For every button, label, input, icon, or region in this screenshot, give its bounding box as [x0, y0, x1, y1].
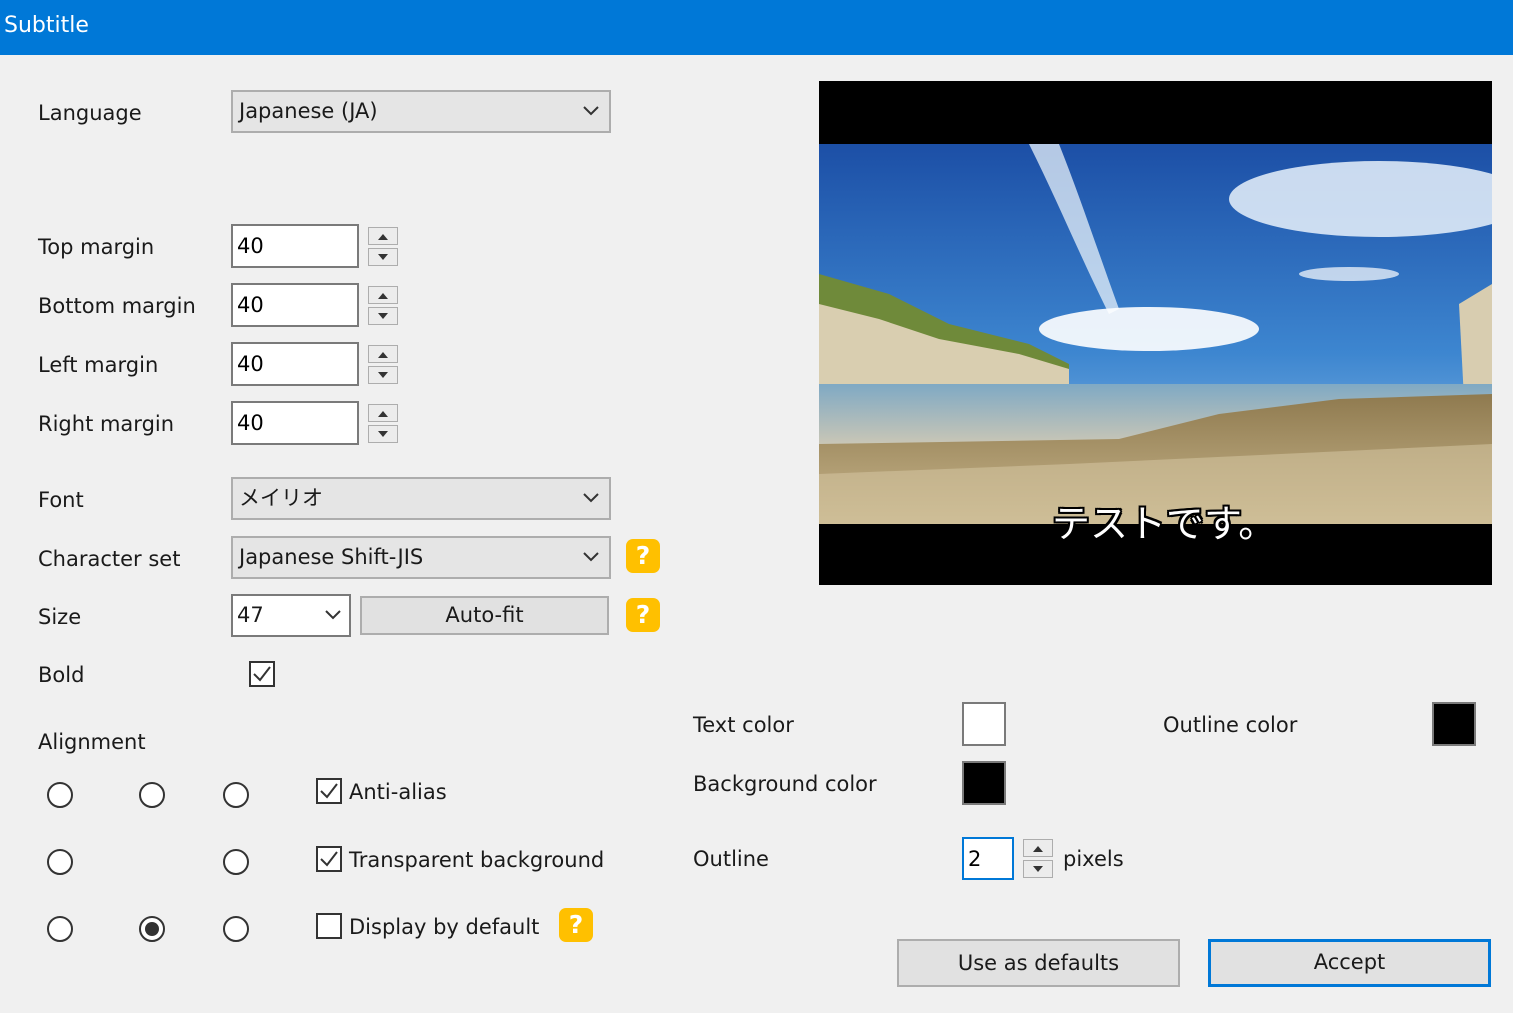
- display-default-help-icon[interactable]: ?: [559, 908, 593, 942]
- subtitle-preview: テストです。: [819, 81, 1492, 585]
- bottom-margin-input[interactable]: [231, 283, 359, 327]
- outline-label: Outline: [693, 847, 769, 871]
- language-dropdown[interactable]: Japanese (JA): [231, 90, 611, 133]
- size-combo[interactable]: 47: [231, 594, 351, 637]
- align-middle-right-radio[interactable]: [223, 849, 249, 875]
- chevron-down-icon: [583, 106, 599, 116]
- right-margin-input[interactable]: [231, 401, 359, 445]
- auto-fit-button[interactable]: Auto-fit: [360, 596, 609, 635]
- decrement-button[interactable]: [368, 307, 398, 325]
- chevron-down-icon: [325, 610, 341, 620]
- increment-button[interactable]: [368, 404, 398, 422]
- chevron-down-icon: [583, 493, 599, 503]
- use-as-defaults-button[interactable]: Use as defaults: [897, 939, 1180, 987]
- outline-width-stepper[interactable]: [1023, 838, 1055, 880]
- decrement-button[interactable]: [368, 248, 398, 266]
- left-margin-input[interactable]: [231, 342, 359, 386]
- bold-checkbox[interactable]: [249, 661, 275, 687]
- checkmark-icon: [320, 783, 338, 799]
- charset-dropdown[interactable]: Japanese Shift-JIS: [231, 536, 611, 579]
- align-top-center-radio[interactable]: [139, 782, 165, 808]
- right-margin-stepper[interactable]: [368, 403, 400, 445]
- anti-alias-checkbox[interactable]: [316, 778, 342, 804]
- top-margin-input[interactable]: [231, 224, 359, 268]
- increment-button[interactable]: [368, 286, 398, 304]
- align-bottom-center-radio[interactable]: [139, 916, 165, 942]
- checkmark-icon: [320, 851, 338, 867]
- background-color-swatch[interactable]: [962, 761, 1006, 805]
- size-value: 47: [237, 603, 264, 627]
- size-label: Size: [38, 605, 82, 629]
- display-by-default-checkbox[interactable]: [316, 913, 342, 939]
- left-margin-label: Left margin: [38, 353, 159, 377]
- window-title: Subtitle: [4, 13, 89, 38]
- increment-button[interactable]: [368, 227, 398, 245]
- decrement-button[interactable]: [368, 425, 398, 443]
- chevron-down-icon: [583, 552, 599, 562]
- outline-color-label: Outline color: [1163, 713, 1298, 737]
- bold-label: Bold: [38, 663, 85, 687]
- title-bar: Subtitle: [0, 0, 1513, 55]
- align-top-right-radio[interactable]: [223, 782, 249, 808]
- bottom-margin-stepper[interactable]: [368, 285, 400, 327]
- language-label: Language: [38, 101, 142, 125]
- transparent-background-label: Transparent background: [349, 848, 605, 872]
- font-dropdown[interactable]: メイリオ: [231, 477, 611, 520]
- transparent-background-checkbox[interactable]: [316, 846, 342, 872]
- preview-image: [819, 144, 1492, 524]
- subtitle-preview-text: テストです。: [1052, 502, 1277, 546]
- charset-value: Japanese Shift-JIS: [239, 545, 424, 569]
- charset-label: Character set: [38, 547, 181, 571]
- font-value: メイリオ: [239, 486, 323, 510]
- align-bottom-right-radio[interactable]: [223, 916, 249, 942]
- alignment-label: Alignment: [38, 730, 146, 754]
- decrement-button[interactable]: [368, 366, 398, 384]
- align-bottom-left-radio[interactable]: [47, 916, 73, 942]
- size-help-icon[interactable]: ?: [626, 598, 660, 632]
- outline-color-swatch[interactable]: [1432, 702, 1476, 746]
- display-by-default-label: Display by default: [349, 915, 540, 939]
- top-margin-stepper[interactable]: [368, 226, 400, 268]
- radio-selected-dot: [145, 922, 159, 936]
- text-color-swatch[interactable]: [962, 702, 1006, 746]
- anti-alias-label: Anti-alias: [349, 780, 447, 804]
- bottom-margin-label: Bottom margin: [38, 294, 196, 318]
- increment-button[interactable]: [1023, 839, 1053, 857]
- text-color-label: Text color: [693, 713, 794, 737]
- font-label: Font: [38, 488, 84, 512]
- left-margin-stepper[interactable]: [368, 344, 400, 386]
- outline-unit-label: pixels: [1063, 847, 1124, 871]
- charset-help-icon[interactable]: ?: [626, 539, 660, 573]
- checkmark-icon: [253, 666, 271, 682]
- decrement-button[interactable]: [1023, 860, 1053, 878]
- outline-width-input[interactable]: [962, 837, 1014, 880]
- right-margin-label: Right margin: [38, 412, 175, 436]
- increment-button[interactable]: [368, 345, 398, 363]
- align-middle-left-radio[interactable]: [47, 849, 73, 875]
- align-top-left-radio[interactable]: [47, 782, 73, 808]
- background-color-label: Background color: [693, 772, 877, 796]
- language-value: Japanese (JA): [239, 99, 378, 123]
- top-margin-label: Top margin: [38, 235, 155, 259]
- accept-button[interactable]: Accept: [1208, 939, 1491, 987]
